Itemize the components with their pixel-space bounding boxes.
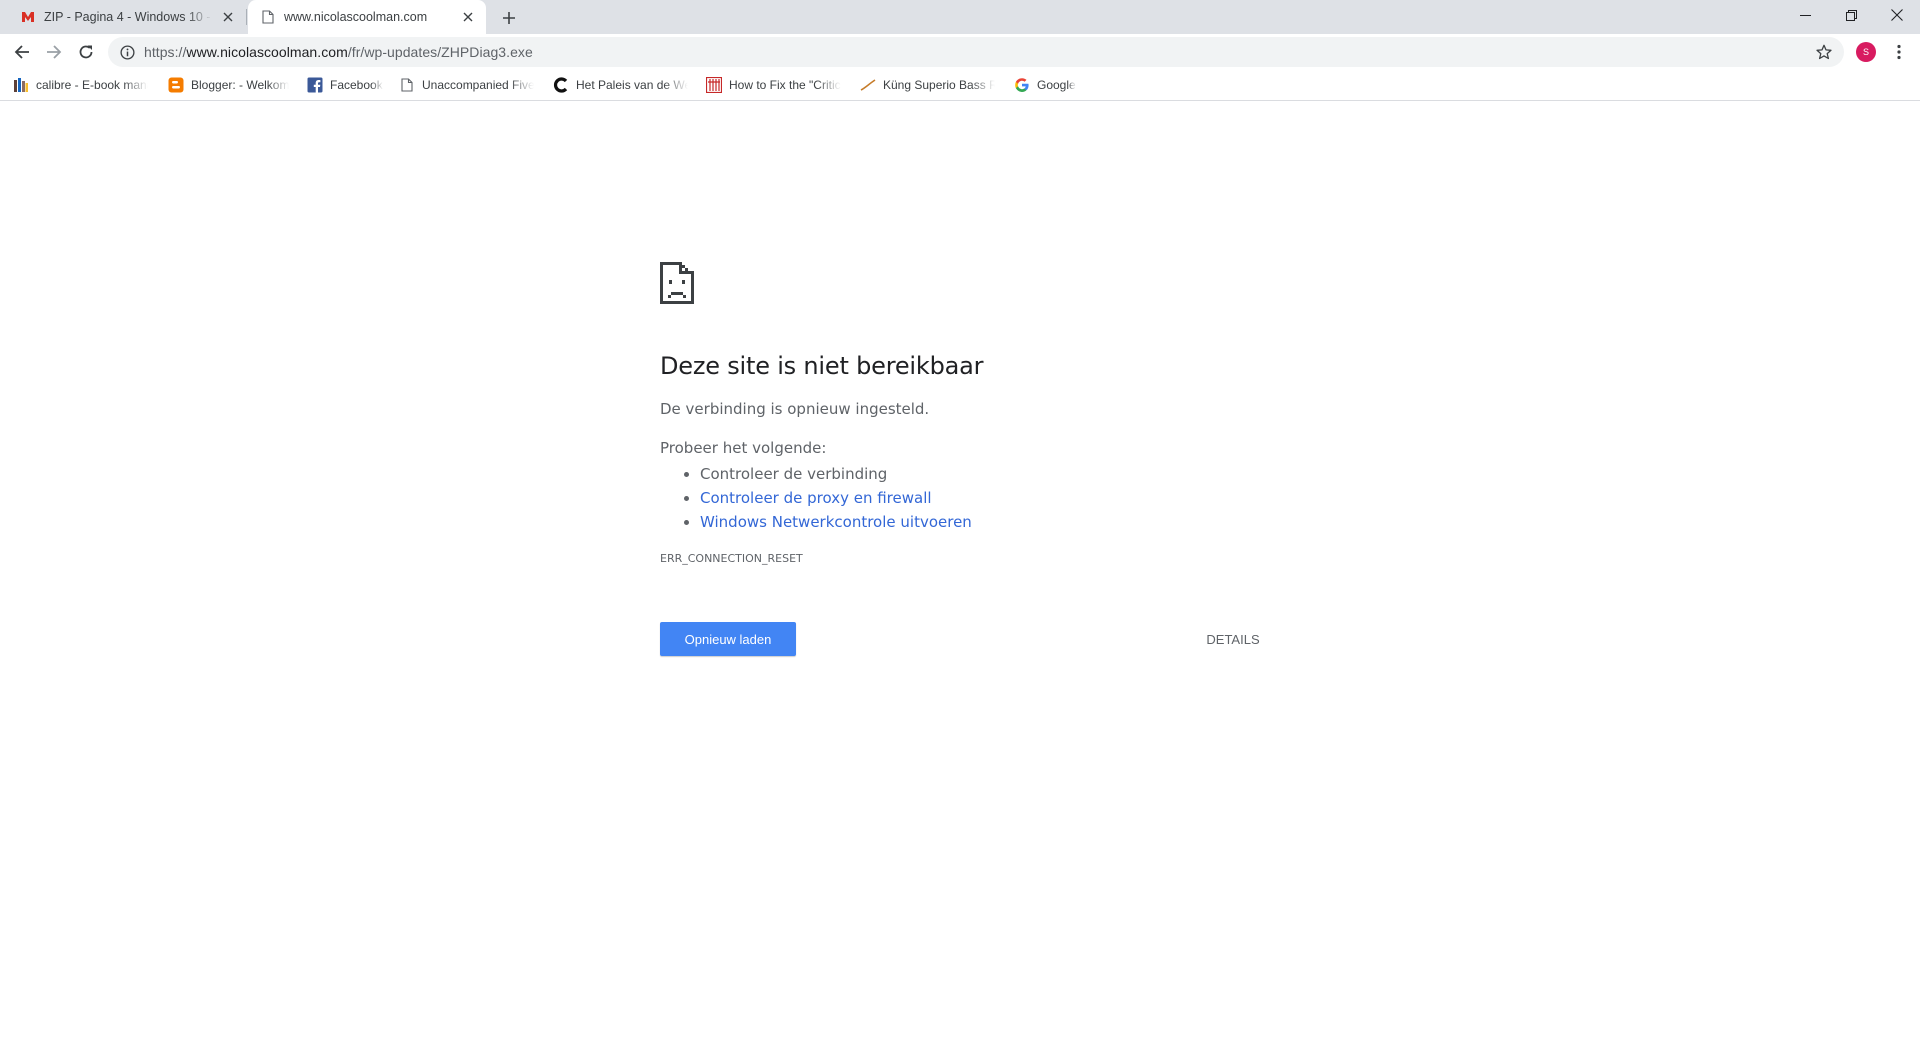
- close-icon: [1891, 9, 1903, 21]
- zip-site-favicon: [20, 9, 36, 25]
- network-diagnostics-link[interactable]: Windows Netwerkcontrole uitvoeren: [700, 513, 972, 531]
- reload-page-button[interactable]: Opnieuw laden: [660, 622, 796, 656]
- tab-title: ZIP - Pagina 4 - Windows 10 - PC: [44, 10, 212, 24]
- url-scheme: https://: [144, 44, 187, 60]
- details-button[interactable]: DETAILS: [1190, 622, 1276, 656]
- red-grid-icon: [706, 77, 722, 93]
- bookmark-google[interactable]: Google: [1014, 76, 1076, 94]
- google-icon: [1014, 77, 1030, 93]
- error-title: Deze site is niet bereikbaar: [660, 352, 984, 380]
- restore-button[interactable]: [1828, 0, 1874, 30]
- url-host: www.nicolascoolman.com: [186, 44, 348, 60]
- bookmark-calibre[interactable]: calibre - E-book management: [13, 76, 148, 94]
- error-code: ERR_CONNECTION_RESET: [660, 552, 803, 565]
- tab-title: www.nicolascoolman.com: [284, 10, 428, 24]
- bookmark-how-to-fix[interactable]: How to Fix the "Critical: [706, 76, 841, 94]
- bookmark-unaccompanied[interactable]: Unaccompanied Five: [399, 76, 534, 94]
- error-subtitle: De verbinding is opnieuw ingesteld.: [660, 400, 930, 418]
- tab-zip[interactable]: ZIP - Pagina 4 - Windows 10 - PC: [8, 0, 246, 34]
- tab-strip: ZIP - Pagina 4 - Windows 10 - PC www.nic…: [0, 0, 1920, 34]
- reload-button[interactable]: [72, 38, 100, 66]
- blogger-icon: [168, 77, 184, 93]
- back-button[interactable]: [8, 38, 36, 66]
- facebook-icon: [307, 77, 323, 93]
- page-icon: [399, 77, 415, 93]
- menu-button[interactable]: [1886, 38, 1912, 66]
- stroke-icon: [860, 77, 876, 93]
- suggestion-check-proxy: Controleer de proxy en firewall: [700, 486, 972, 510]
- sad-page-icon: [660, 262, 694, 304]
- url-path: /fr/wp-updates/ZHPDiag3.exe: [347, 44, 533, 60]
- arrow-left-icon: [14, 45, 29, 59]
- suggestions-heading: Probeer het volgende:: [660, 439, 827, 457]
- bookmark-kung[interactable]: Küng Superio Bass Re: [860, 76, 995, 94]
- info-icon[interactable]: [118, 43, 136, 61]
- plus-icon: [503, 12, 515, 24]
- url-text: https://www.nicolascoolman.com/fr/wp-upd…: [144, 44, 533, 60]
- reload-icon: [79, 45, 93, 59]
- minimize-icon: [1799, 14, 1811, 16]
- tab-separator: [246, 9, 247, 25]
- toolbar: https://www.nicolascoolman.com/fr/wp-upd…: [0, 34, 1920, 70]
- suggestion-check-connection: Controleer de verbinding: [700, 462, 972, 486]
- bookmark-blogger[interactable]: Blogger: - Welkom: [168, 76, 289, 94]
- bookmark-paleis[interactable]: Het Paleis van de Weg: [553, 76, 688, 94]
- bookmark-facebook[interactable]: Facebook: [307, 76, 383, 94]
- bookmark-star-icon[interactable]: [1814, 42, 1834, 62]
- new-tab-button[interactable]: [496, 5, 522, 31]
- window-close-button[interactable]: [1874, 0, 1920, 30]
- page-icon: [260, 9, 276, 25]
- more-vert-icon: [1897, 44, 1901, 60]
- suggestion-network-diagnostics: Windows Netwerkcontrole uitvoeren: [700, 510, 972, 534]
- close-tab-icon[interactable]: [218, 7, 238, 27]
- close-tab-icon[interactable]: [458, 7, 478, 27]
- c-logo-icon: [553, 77, 569, 93]
- address-bar[interactable]: https://www.nicolascoolman.com/fr/wp-upd…: [108, 37, 1844, 67]
- arrow-right-icon: [47, 45, 62, 59]
- suggestions-list: Controleer de verbinding Controleer de p…: [660, 462, 972, 534]
- profile-avatar[interactable]: S: [1856, 42, 1876, 62]
- minimize-button[interactable]: [1782, 0, 1828, 30]
- check-proxy-link[interactable]: Controleer de proxy en firewall: [700, 489, 932, 507]
- forward-button[interactable]: [40, 38, 68, 66]
- tab-nicolascoolman[interactable]: www.nicolascoolman.com: [248, 0, 486, 34]
- bookmarks-bar: calibre - E-book management Blogger: - W…: [0, 70, 1920, 101]
- restore-icon: [1845, 9, 1857, 21]
- calibre-icon: [13, 77, 29, 93]
